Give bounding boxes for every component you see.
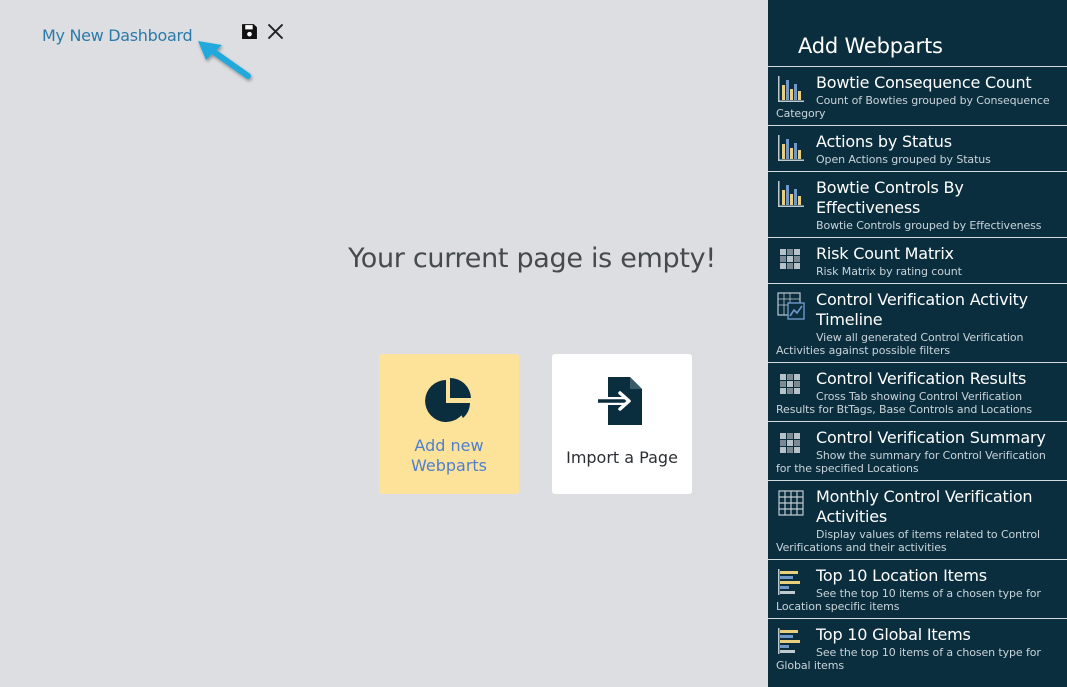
matrix-icon: [777, 246, 805, 274]
webpart-list: Bowtie Consequence Count Count of Bowties…: [768, 66, 1067, 677]
pie-chart-icon: [422, 374, 476, 428]
webpart-item[interactable]: Control Verification Results Cross Tab sh…: [768, 362, 1067, 421]
webpart-name: Control Verification Summary: [816, 428, 1046, 447]
webpart-description: Display values of items related to Contr…: [776, 528, 1041, 554]
webpart-name: Bowtie Controls By Effectiveness: [816, 178, 964, 217]
webpart-name: Risk Count Matrix: [816, 244, 954, 263]
matrix-icon: [777, 430, 805, 458]
webpart-name: Top 10 Location Items: [816, 566, 987, 585]
webpart-name: Control Verification Activity Timeline: [816, 290, 1028, 329]
file-import-icon: [595, 374, 649, 428]
webpart-item[interactable]: Control Verification Summary Show the sum…: [768, 421, 1067, 480]
webpart-description: Open Actions grouped by Status: [816, 153, 991, 166]
timeline-chart-icon: [777, 292, 805, 320]
pointer-arrow-icon: [198, 41, 251, 79]
webpart-item[interactable]: Control Verification Activity Timeline Vi…: [768, 283, 1067, 362]
webpart-name: Monthly Control Verification Activities: [816, 487, 1033, 526]
webpart-item[interactable]: Monthly Control Verification Activities D…: [768, 480, 1067, 559]
webpart-description: See the top 10 items of a chosen type fo…: [776, 587, 1041, 613]
horizontal-bar-chart-icon: [777, 627, 805, 655]
webpart-name: Actions by Status: [816, 132, 952, 151]
webpart-item[interactable]: Top 10 Location Items See the top 10 item…: [768, 559, 1067, 618]
bar-chart-icon: [777, 180, 805, 208]
webpart-item[interactable]: Risk Count Matrix Risk Matrix by rating c…: [768, 237, 1067, 283]
webpart-name: Bowtie Consequence Count: [816, 73, 1032, 92]
import-page-label: Import a Page: [566, 448, 678, 467]
webpart-description: Risk Matrix by rating count: [816, 265, 962, 278]
dashboard-title-area: My New Dashboard: [42, 22, 193, 48]
horizontal-bar-chart-icon: [777, 568, 805, 596]
webpart-description: Count of Bowties grouped by Consequence …: [776, 94, 1050, 120]
add-webparts-panel: Add Webparts Bowtie Consequence Count Cou…: [768, 0, 1067, 687]
webpart-description: View all generated Control Verification …: [776, 331, 1024, 357]
webpart-name: Control Verification Results: [816, 369, 1027, 388]
close-icon[interactable]: [266, 22, 284, 40]
bar-chart-icon: [777, 134, 805, 162]
matrix-icon: [777, 371, 805, 399]
dashboard-title[interactable]: My New Dashboard: [42, 26, 193, 45]
webpart-name: Top 10 Global Items: [816, 625, 971, 644]
grid-table-icon: [777, 489, 805, 517]
panel-title: Add Webparts: [798, 34, 943, 58]
webpart-description: Cross Tab showing Control Verification R…: [776, 390, 1033, 416]
webpart-item[interactable]: Bowtie Controls By Effectiveness Bowtie C…: [768, 171, 1067, 237]
bar-chart-icon: [777, 75, 805, 103]
webpart-description: See the top 10 items of a chosen type fo…: [776, 646, 1041, 672]
add-webparts-label: Add new Webparts: [410, 436, 488, 475]
add-webparts-button[interactable]: Add new Webparts: [379, 354, 519, 494]
webpart-description: Bowtie Controls grouped by Effectiveness: [816, 219, 1042, 232]
webpart-description: Show the summary for Control Verificatio…: [776, 449, 1046, 475]
webpart-item[interactable]: Top 10 Global Items See the top 10 items …: [768, 618, 1067, 677]
webpart-item[interactable]: Bowtie Consequence Count Count of Bowties…: [768, 66, 1067, 125]
import-page-button[interactable]: Import a Page: [552, 354, 692, 494]
webpart-item[interactable]: Actions by Status Open Actions grouped by…: [768, 125, 1067, 171]
